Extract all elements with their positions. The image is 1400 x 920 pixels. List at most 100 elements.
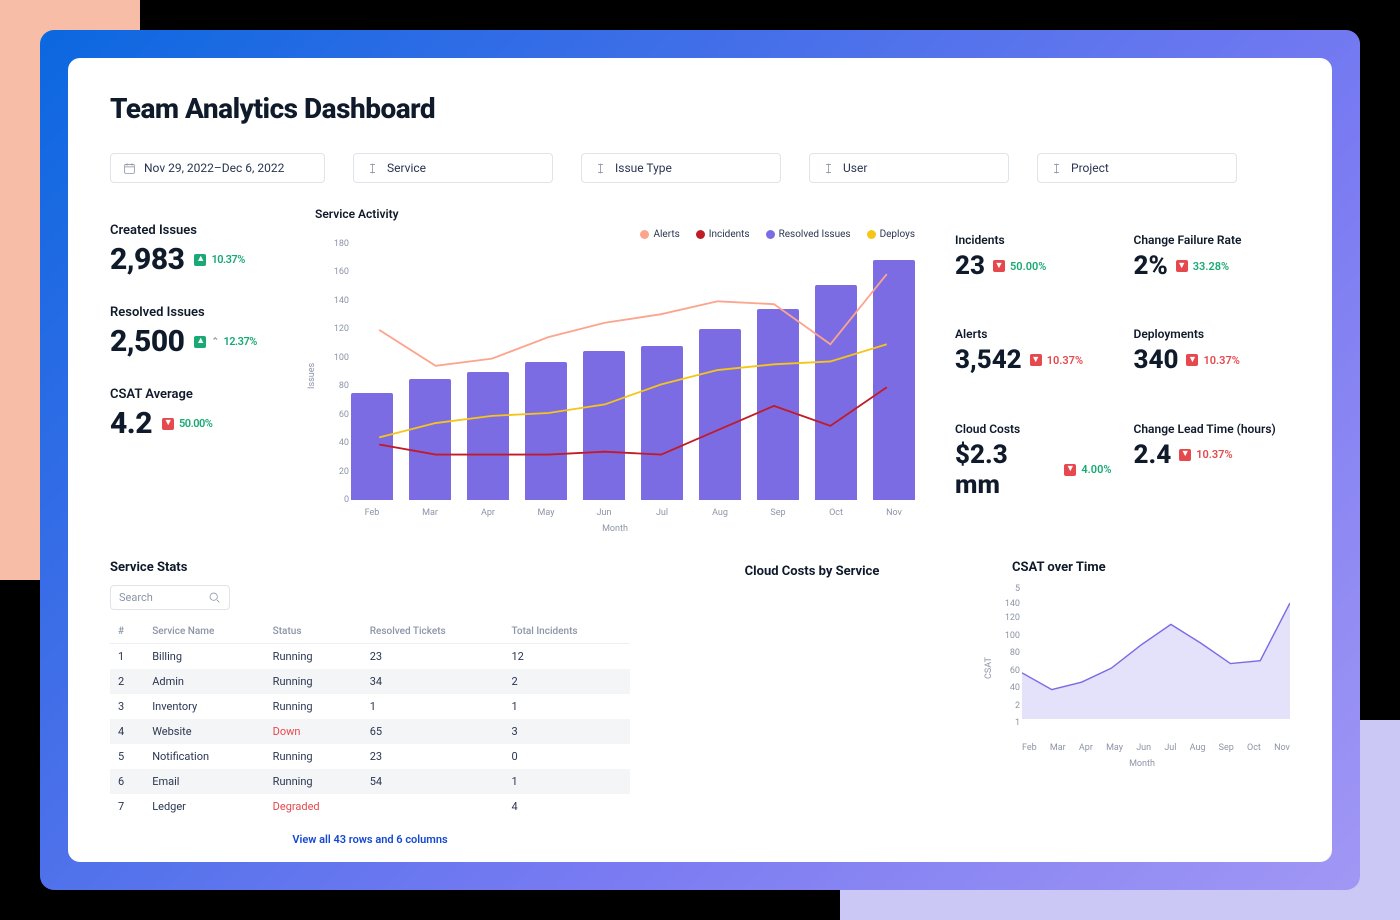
legend-item[interactable]: Incidents bbox=[696, 229, 750, 240]
service-filter-label: Service bbox=[387, 161, 426, 175]
cursor-icon bbox=[1050, 162, 1063, 175]
x-tick: Apr bbox=[1079, 743, 1093, 753]
legend-item[interactable]: Alerts bbox=[640, 229, 679, 240]
kpi-value: 2,500 bbox=[110, 324, 184, 359]
project-filter[interactable]: Project bbox=[1037, 153, 1237, 183]
y-axis: 020406080100120140160180 bbox=[323, 244, 349, 500]
table-row[interactable]: 3InventoryRunning11 bbox=[110, 694, 630, 719]
kpi-label: Change Failure Rate bbox=[1134, 233, 1291, 247]
arrow-down-icon: ▼ bbox=[993, 260, 1005, 272]
x-tick: Feb bbox=[351, 508, 393, 518]
kpi-delta: ▲⌃12.37% bbox=[194, 335, 256, 348]
kpi-delta: ▼4.00% bbox=[1064, 463, 1111, 476]
legend-item[interactable]: Resolved Issues bbox=[766, 229, 851, 240]
table-row[interactable]: 4WebsiteDown653 bbox=[110, 719, 630, 744]
x-tick: Feb bbox=[1022, 743, 1037, 753]
dashboard-card: Team Analytics Dashboard Nov 29, 2022–De… bbox=[68, 58, 1332, 862]
service-filter[interactable]: Service bbox=[353, 153, 553, 183]
x-tick: Mar bbox=[409, 508, 451, 518]
x-tick: Jul bbox=[1164, 743, 1176, 753]
x-tick: Apr bbox=[467, 508, 509, 518]
user-filter[interactable]: User bbox=[809, 153, 1009, 183]
x-tick: Jul bbox=[641, 508, 683, 518]
kpi-value: 2% bbox=[1134, 251, 1168, 281]
y-tick: 20 bbox=[339, 467, 349, 477]
chart-title: Service Activity bbox=[315, 207, 915, 221]
cursor-icon bbox=[822, 162, 835, 175]
table-row[interactable]: 1BillingRunning2312 bbox=[110, 644, 630, 670]
cell-service: Website bbox=[144, 719, 264, 744]
kpi-value: 4.2 bbox=[110, 406, 152, 441]
x-axis: FebMarAprMayJunJulAugSepOctNov bbox=[1022, 743, 1290, 753]
search-input[interactable]: Search bbox=[110, 585, 230, 610]
x-tick: Oct bbox=[1247, 743, 1261, 753]
kpi-incidents: Incidents23▼50.00% bbox=[955, 233, 1112, 305]
csat-over-time-chart: CSAT over Time CSAT 514012010080604021 F… bbox=[994, 560, 1290, 846]
y-tick: 80 bbox=[1010, 648, 1020, 658]
cursor-icon bbox=[594, 162, 607, 175]
x-tick: Aug bbox=[699, 508, 741, 518]
cell-index: 3 bbox=[110, 694, 144, 719]
cell-index: 1 bbox=[110, 644, 144, 670]
legend-item[interactable]: Deploys bbox=[867, 229, 915, 240]
date-range-filter[interactable]: Nov 29, 2022–Dec 6, 2022 bbox=[110, 153, 325, 183]
x-axis-label: Month bbox=[994, 759, 1290, 769]
table-row[interactable]: 6EmailRunning541 bbox=[110, 769, 630, 794]
cell-service: Inventory bbox=[144, 694, 264, 719]
service-stats-table: #Service NameStatusResolved TicketsTotal… bbox=[110, 620, 630, 819]
y-tick: 80 bbox=[339, 381, 349, 391]
x-tick: Jun bbox=[583, 508, 625, 518]
cell-index: 5 bbox=[110, 744, 144, 769]
cell-service: Billing bbox=[144, 644, 264, 670]
cell-incidents: 4 bbox=[504, 794, 631, 819]
x-tick: Nov bbox=[873, 508, 915, 518]
x-tick: Oct bbox=[815, 508, 857, 518]
y-axis-label: Issues bbox=[307, 363, 317, 389]
kpi-value: 340 bbox=[1134, 345, 1179, 375]
x-axis: FebMarAprMayJunJulAugSepOctNov bbox=[351, 508, 915, 518]
cell-incidents: 3 bbox=[504, 719, 631, 744]
chart-lines bbox=[351, 244, 915, 502]
page-title: Team Analytics Dashboard bbox=[110, 92, 1290, 125]
col-header[interactable]: Status bbox=[265, 620, 362, 644]
cell-status: Running bbox=[265, 694, 362, 719]
chart-area bbox=[1022, 589, 1290, 719]
col-header[interactable]: # bbox=[110, 620, 144, 644]
arrow-down-icon: ▼ bbox=[1030, 354, 1042, 366]
cell-resolved: 23 bbox=[362, 744, 504, 769]
table-row[interactable]: 5NotificationRunning230 bbox=[110, 744, 630, 769]
line-alerts bbox=[379, 274, 887, 366]
kpi-label: Deployments bbox=[1134, 327, 1291, 341]
kpi-delta: ▼10.37% bbox=[1186, 354, 1239, 367]
y-tick: 2 bbox=[1015, 701, 1020, 711]
kpi-label: Change Lead Time (hours) bbox=[1134, 422, 1291, 436]
section-title: Service Stats bbox=[110, 560, 630, 575]
calendar-icon bbox=[123, 162, 136, 175]
cell-status: Running bbox=[265, 669, 362, 694]
cell-service: Notification bbox=[144, 744, 264, 769]
cell-resolved bbox=[362, 794, 504, 819]
table-row[interactable]: 7LedgerDegraded4 bbox=[110, 794, 630, 819]
kpi-clt: Change Lead Time (hours)2.4▼10.37% bbox=[1134, 422, 1291, 524]
x-tick: Mar bbox=[1050, 743, 1066, 753]
cell-service: Email bbox=[144, 769, 264, 794]
col-header[interactable]: Total Incidents bbox=[504, 620, 631, 644]
table-row[interactable]: 2AdminRunning342 bbox=[110, 669, 630, 694]
col-header[interactable]: Service Name bbox=[144, 620, 264, 644]
y-tick: 140 bbox=[1005, 599, 1020, 609]
y-tick: 5 bbox=[1015, 584, 1020, 594]
issue-type-filter[interactable]: Issue Type bbox=[581, 153, 781, 183]
y-tick: 0 bbox=[344, 495, 349, 505]
kpi-left-column: Created Issues 2,983 ▲10.37% Resolved Is… bbox=[110, 207, 305, 524]
service-stats-section: Service Stats Search #Service NameStatus… bbox=[110, 560, 630, 846]
y-axis: 514012010080604021 bbox=[998, 589, 1020, 735]
kpi-right-grid: Incidents23▼50.00%Change Failure Rate2%▼… bbox=[925, 207, 1290, 524]
x-tick: Sep bbox=[757, 508, 799, 518]
view-all-link[interactable]: View all 43 rows and 6 columns bbox=[110, 833, 630, 846]
y-axis-label: CSAT bbox=[984, 657, 994, 679]
service-activity-chart: Service Activity Alerts Incidents Resolved… bbox=[315, 207, 915, 524]
kpi-value: 23 bbox=[955, 251, 985, 281]
x-tick: Sep bbox=[1219, 743, 1234, 753]
col-header[interactable]: Resolved Tickets bbox=[362, 620, 504, 644]
legend-dot-icon bbox=[696, 230, 705, 239]
